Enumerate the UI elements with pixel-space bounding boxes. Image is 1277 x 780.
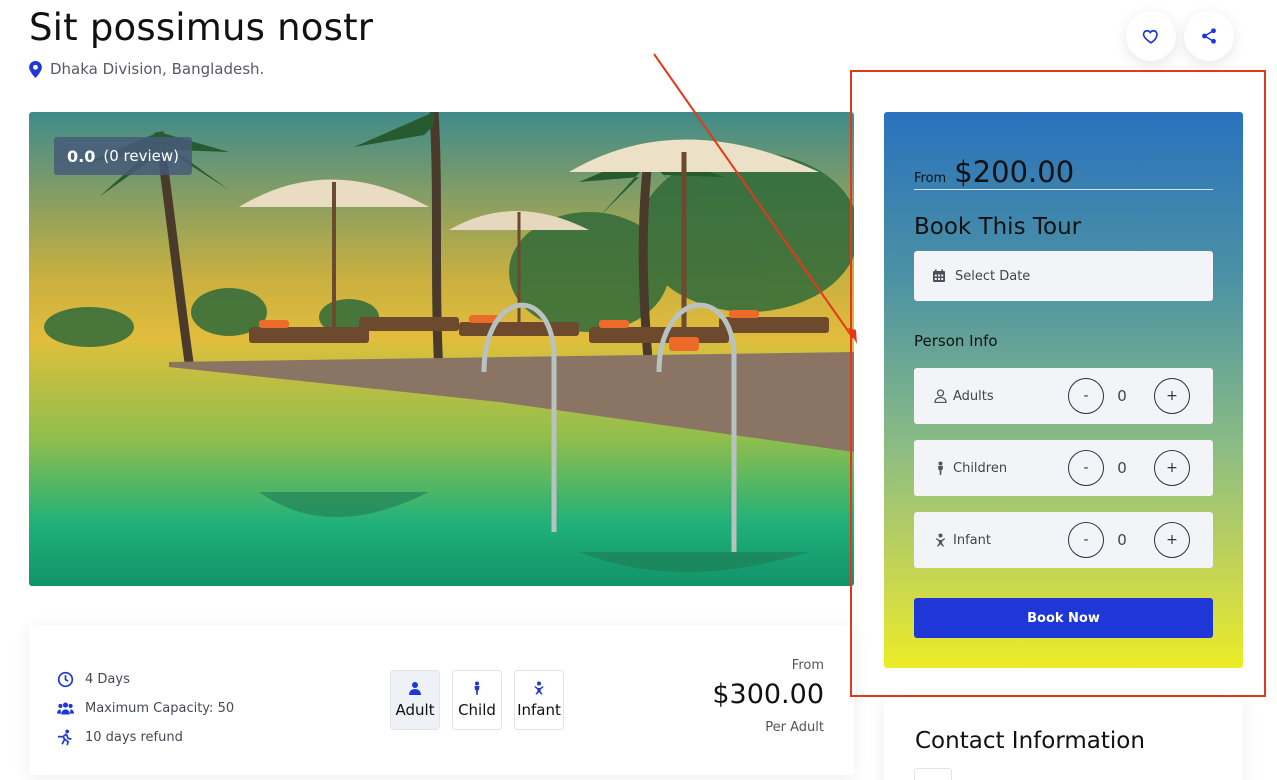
rating-score: 0.0 [67, 146, 96, 166]
tab-infant[interactable]: Infant [514, 670, 564, 730]
price-from-label: From [791, 658, 824, 673]
rating-count: (0 review) [103, 147, 179, 165]
heart-icon [1142, 29, 1158, 44]
contact-field[interactable] [914, 768, 952, 780]
fact-text: 10 days refund [85, 730, 183, 745]
map-pin-icon [29, 60, 42, 78]
location: Dhaka Division, Bangladesh. [29, 60, 264, 78]
adult-icon [409, 682, 421, 695]
annotation-highlight-box [850, 70, 1266, 697]
fact-capacity: Maximum Capacity: 50 [57, 694, 234, 723]
tour-info-card: 4 Days Maximum Capacity: 50 10 days refu… [29, 625, 854, 775]
tab-label: Infant [517, 701, 561, 719]
contact-heading: Contact Information [915, 728, 1145, 754]
contact-card: Contact Information [884, 698, 1243, 780]
person-type-tabs: Adult Child Infant [390, 670, 564, 730]
share-button[interactable] [1184, 11, 1234, 61]
location-text: Dhaka Division, Bangladesh. [50, 60, 265, 78]
group-icon [57, 702, 74, 715]
infant-icon [534, 681, 544, 695]
favorite-button[interactable] [1126, 11, 1176, 61]
fact-duration: 4 Days [57, 665, 234, 694]
tour-title: Sit possimus nostr [29, 6, 374, 49]
tab-label: Child [458, 701, 496, 719]
tab-adult[interactable]: Adult [390, 670, 440, 730]
share-icon [1202, 28, 1216, 44]
price-amount: $300.00 [712, 679, 824, 710]
tab-label: Adult [395, 701, 435, 719]
price-unit: Per Adult [765, 720, 824, 735]
fact-text: 4 Days [85, 672, 130, 687]
fact-text: Maximum Capacity: 50 [85, 701, 235, 716]
tab-child[interactable]: Child [452, 670, 502, 730]
rating-badge: 0.0 (0 review) [54, 137, 192, 175]
tour-hero-image [29, 112, 854, 586]
clock-icon [57, 671, 74, 688]
fact-refund: 10 days refund [57, 723, 234, 752]
price-block: From $300.00 Per Adult [712, 658, 824, 735]
child-icon [474, 681, 480, 695]
refund-icon [57, 729, 72, 746]
tour-facts: 4 Days Maximum Capacity: 50 10 days refu… [57, 665, 234, 752]
